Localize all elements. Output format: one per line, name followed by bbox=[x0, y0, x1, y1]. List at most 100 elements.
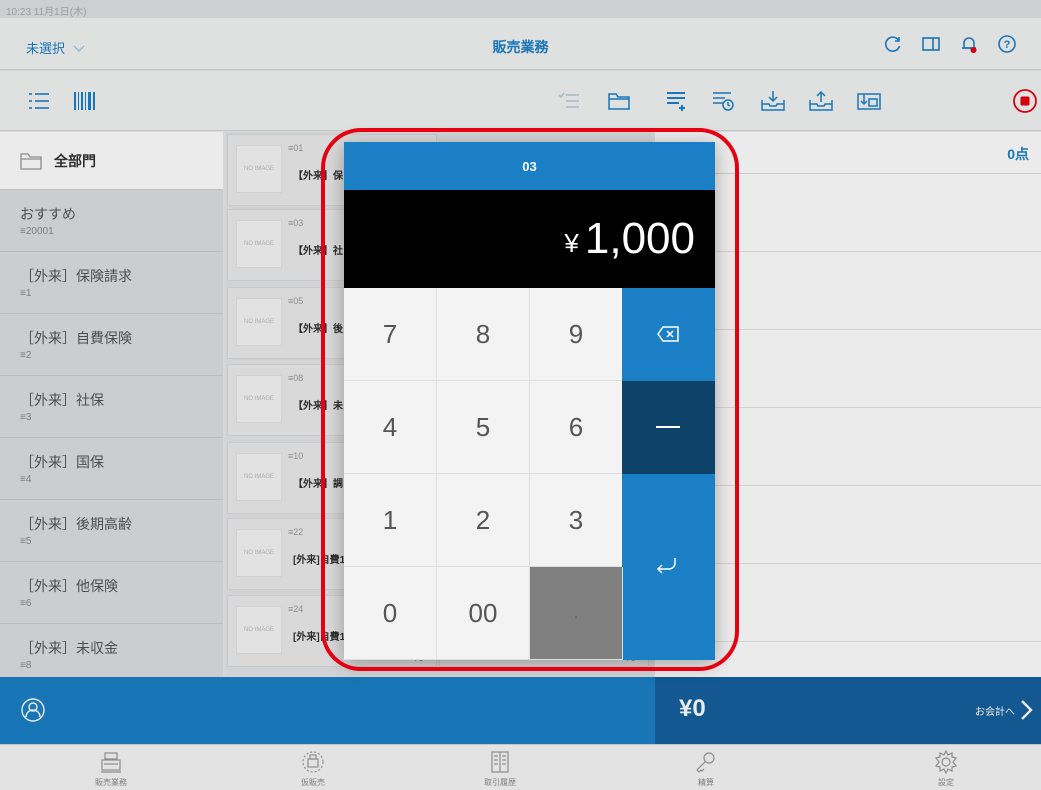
no-image-placeholder: NO IMAGE bbox=[236, 529, 282, 577]
no-image-placeholder: NO IMAGE bbox=[236, 145, 282, 193]
backspace-icon bbox=[657, 326, 679, 342]
sidebar-item-label: ［外来］国保 bbox=[20, 454, 104, 470]
currency-symbol: ¥ bbox=[564, 227, 579, 258]
minus-icon bbox=[656, 426, 680, 428]
tab-label: 仮販売 bbox=[301, 778, 325, 787]
product-name: 【外来】保 bbox=[293, 171, 343, 182]
tab-settlement[interactable]: 精算 bbox=[666, 749, 746, 788]
sidebar-item[interactable]: ［外来］国保 ≡4 bbox=[0, 438, 223, 500]
tab-label: 設定 bbox=[938, 778, 954, 787]
product-code: ≡22 bbox=[288, 527, 304, 537]
sidebar-item[interactable]: ［外来］他保険 ≡6 bbox=[0, 562, 223, 624]
bell-icon[interactable] bbox=[957, 32, 981, 56]
amount-value: 1,000 bbox=[584, 214, 695, 263]
cart-item-count: 0点 bbox=[1007, 146, 1029, 162]
product-code: ≡01 bbox=[288, 143, 304, 153]
product-code: ≡05 bbox=[288, 296, 304, 306]
status-bar: 10:23 11月1日(木) bbox=[0, 0, 1041, 18]
key-5[interactable]: 5 bbox=[437, 381, 530, 474]
add-list-icon[interactable] bbox=[664, 88, 690, 114]
tab-history[interactable]: 取引履歴 bbox=[460, 749, 540, 788]
sidebar-item-code: ≡3 bbox=[20, 412, 32, 423]
list-view-icon[interactable] bbox=[26, 88, 52, 114]
bottom-bar: ¥0 お会計へ bbox=[0, 677, 1041, 744]
product-code: ≡10 bbox=[288, 451, 304, 461]
split-view-icon[interactable] bbox=[919, 32, 943, 56]
sidebar-item-code: ≡1 bbox=[20, 288, 32, 299]
tab-bar: 販売業務 仮販売 取引履歴 精算 設定 bbox=[0, 744, 1041, 790]
history-icon bbox=[491, 751, 509, 773]
keypad-title: 03 bbox=[344, 142, 715, 190]
no-image-placeholder: NO IMAGE bbox=[236, 606, 282, 654]
checkout-area[interactable]: ¥0 お会計へ bbox=[655, 677, 1041, 744]
toolbar bbox=[0, 71, 1041, 131]
sidebar-item[interactable]: ［外来］社保 ≡3 bbox=[0, 376, 223, 438]
tab-settings[interactable]: 設定 bbox=[906, 749, 986, 788]
sidebar-item-label: ［外来］自費保険 bbox=[20, 330, 132, 346]
checkout-button[interactable]: お会計へ bbox=[975, 699, 1033, 721]
key-00[interactable]: 00 bbox=[437, 567, 530, 660]
folder-icon[interactable] bbox=[606, 88, 632, 114]
key-3[interactable]: 3 bbox=[530, 474, 623, 567]
product-name: 【外来】未 bbox=[293, 401, 343, 412]
tab-label: 精算 bbox=[698, 778, 714, 787]
key-2[interactable]: 2 bbox=[437, 474, 530, 567]
enter-button[interactable] bbox=[622, 474, 715, 660]
sidebar-item-code: ≡8 bbox=[20, 660, 32, 671]
sidebar-item-all[interactable]: 全部門 bbox=[0, 132, 223, 190]
refresh-icon[interactable] bbox=[881, 32, 905, 56]
sidebar-item[interactable]: ［外来］後期高齢 ≡5 bbox=[0, 500, 223, 562]
sidebar-item-code: ≡4 bbox=[20, 474, 32, 485]
product-code: ≡24 bbox=[288, 604, 304, 614]
product-name: 【外来】社 bbox=[293, 246, 343, 257]
import-box-icon[interactable] bbox=[856, 88, 882, 114]
help-icon[interactable]: ? bbox=[995, 32, 1019, 56]
product-name: 【外来】後 bbox=[293, 324, 343, 335]
checkout-label: お会計へ bbox=[975, 706, 1015, 718]
nav-bar: 未選択 販売業務 ? bbox=[0, 18, 1041, 70]
chevron-right-icon bbox=[1021, 700, 1033, 720]
key-decimal[interactable]: . bbox=[530, 567, 623, 660]
temp-sale-icon bbox=[302, 751, 324, 773]
keypad-grid: 7 8 9 4 5 6 1 2 3 0 00 . bbox=[344, 288, 715, 660]
amount-display: ¥ 1,000 bbox=[344, 190, 715, 288]
numeric-keypad-dialog: 03 ¥ 1,000 7 8 9 4 5 6 1 2 3 0 00 . bbox=[344, 142, 715, 660]
tab-temp-sale[interactable]: 仮販売 bbox=[273, 749, 353, 788]
minus-button[interactable] bbox=[622, 381, 715, 474]
sidebar-item[interactable]: ［外来］自費保険 ≡2 bbox=[0, 314, 223, 376]
checklist-icon[interactable] bbox=[556, 88, 582, 114]
key-0[interactable]: 0 bbox=[344, 567, 437, 660]
svg-text:?: ? bbox=[1004, 39, 1011, 51]
backspace-button[interactable] bbox=[622, 288, 715, 381]
barcode-icon[interactable] bbox=[72, 88, 98, 114]
key-4[interactable]: 4 bbox=[344, 381, 437, 474]
scheduled-list-icon[interactable] bbox=[710, 88, 736, 114]
key-8[interactable]: 8 bbox=[437, 288, 530, 381]
key-icon bbox=[696, 752, 715, 773]
folder-icon bbox=[20, 152, 42, 170]
key-1[interactable]: 1 bbox=[344, 474, 437, 567]
no-image-placeholder: NO IMAGE bbox=[236, 375, 282, 423]
product-name: 【外来】調 bbox=[293, 479, 343, 490]
sidebar-item-label: おすすめ bbox=[20, 206, 76, 222]
sidebar-item[interactable]: おすすめ ≡20001 bbox=[0, 190, 223, 252]
sidebar-item-code: ≡2 bbox=[20, 350, 32, 361]
sidebar-item-label: ［外来］社保 bbox=[20, 392, 104, 408]
sidebar-item-code: ≡6 bbox=[20, 598, 32, 609]
sidebar-item-code: ≡20001 bbox=[20, 226, 54, 237]
stop-icon[interactable] bbox=[1012, 88, 1038, 114]
tab-sales[interactable]: 販売業務 bbox=[71, 749, 151, 788]
tray-upload-icon[interactable] bbox=[808, 88, 834, 114]
tray-download-icon[interactable] bbox=[760, 88, 786, 114]
sidebar-item-label: ［外来］未収金 bbox=[20, 640, 118, 656]
customer-icon[interactable] bbox=[20, 697, 46, 728]
tab-label: 取引履歴 bbox=[484, 778, 516, 787]
gear-icon bbox=[934, 750, 958, 774]
sidebar-item-code: ≡5 bbox=[20, 536, 32, 547]
sidebar-item-label: ［外来］他保険 bbox=[20, 578, 118, 594]
sidebar-item[interactable]: ［外来］保険請求 ≡1 bbox=[0, 252, 223, 314]
key-6[interactable]: 6 bbox=[530, 381, 623, 474]
key-7[interactable]: 7 bbox=[344, 288, 437, 381]
product-code: ≡03 bbox=[288, 218, 304, 228]
key-9[interactable]: 9 bbox=[530, 288, 623, 381]
